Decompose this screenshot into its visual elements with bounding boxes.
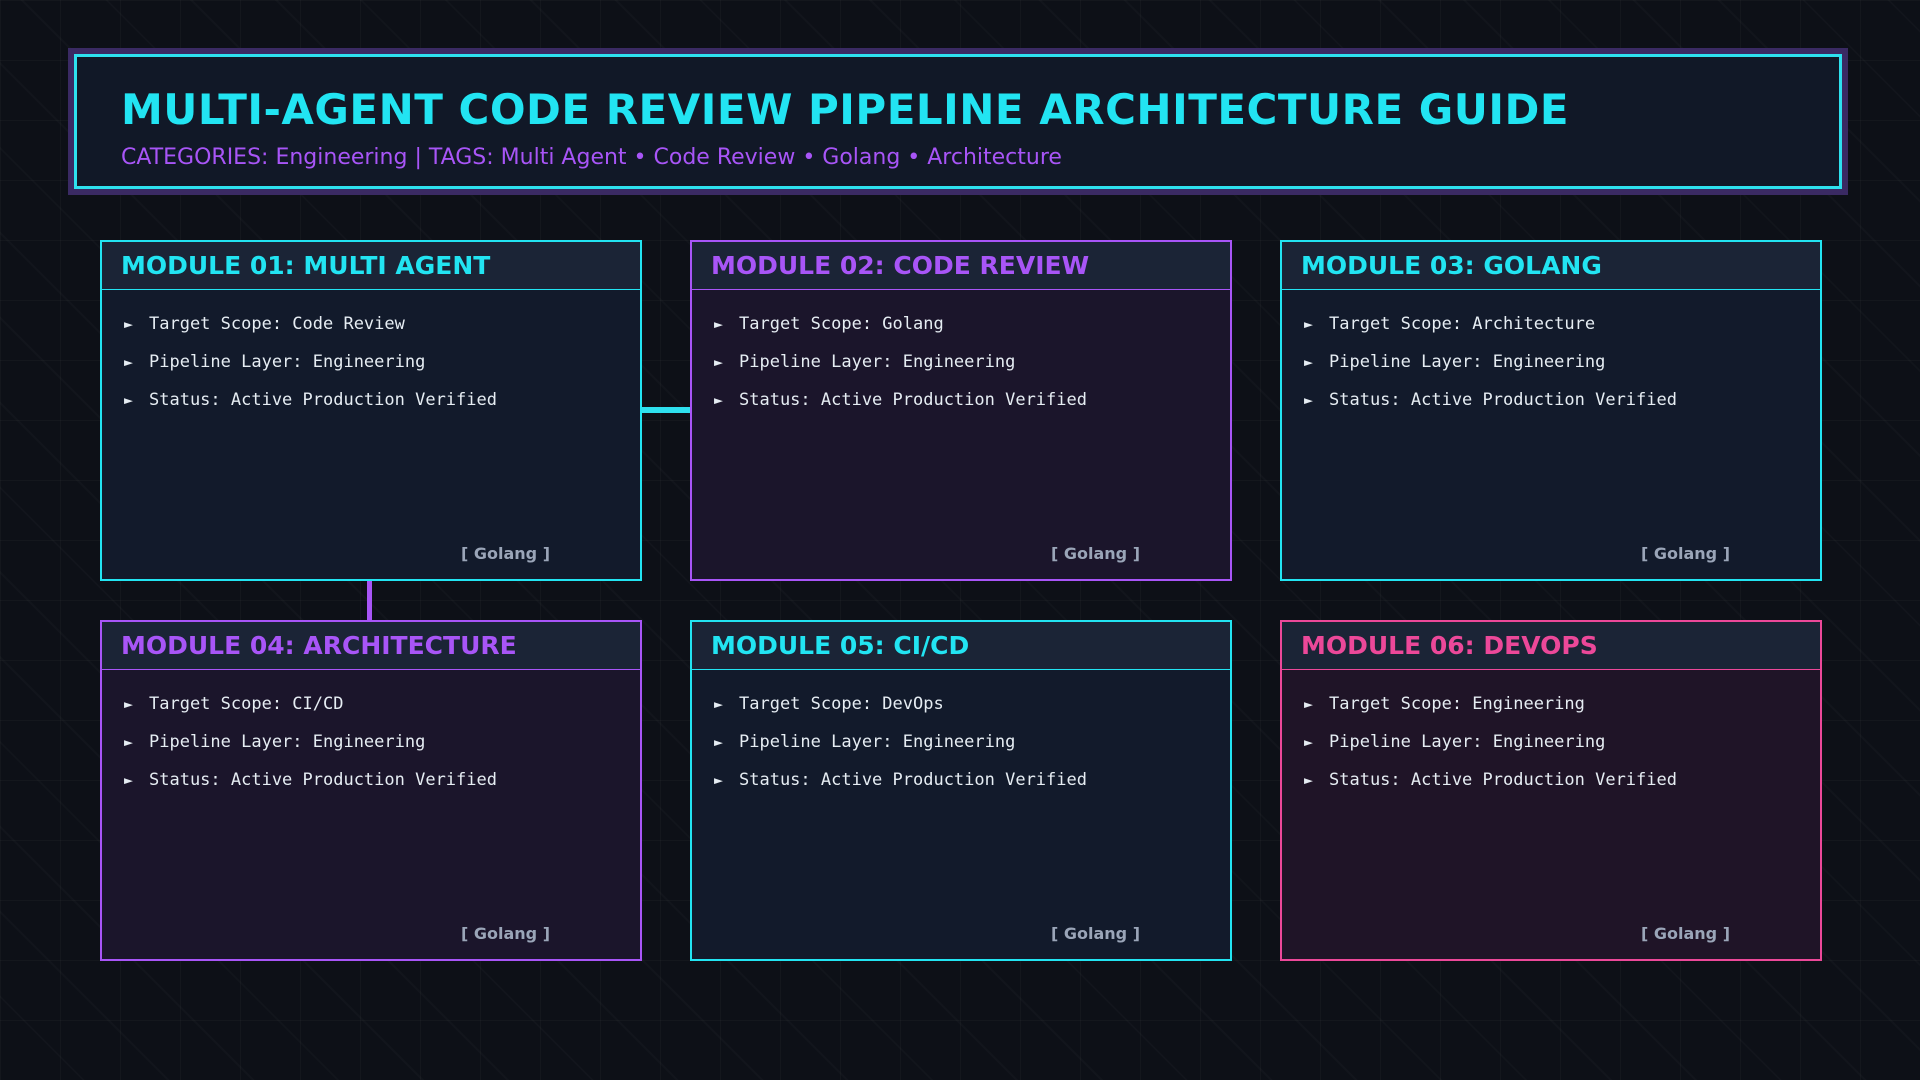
right-pointer-icon: ► (124, 315, 134, 333)
module-header: MODULE 02: CODE REVIEW (692, 242, 1230, 290)
connector-module-01-to-02 (641, 407, 691, 413)
module-header: MODULE 01: MULTI AGENT (102, 242, 640, 290)
module-tag: [ Golang ] (1050, 544, 1140, 563)
module-header: MODULE 06: DEVOPS (1282, 622, 1820, 670)
module-detail-text: Status: Active Production Verified (149, 770, 497, 790)
right-pointer-icon: ► (124, 733, 134, 751)
module-detail-line: ► Pipeline Layer: Engineering (714, 352, 1230, 390)
module-header: MODULE 05: CI/CD (692, 622, 1230, 670)
module-tag: [ Golang ] (1640, 544, 1730, 563)
module-detail-text: Pipeline Layer: Engineering (149, 732, 426, 752)
module-detail-text: Status: Active Production Verified (739, 770, 1087, 790)
module-title: MODULE 06: DEVOPS (1301, 631, 1598, 660)
module-detail-text: Target Scope: Code Review (149, 314, 405, 334)
module-detail-text: Target Scope: CI/CD (149, 694, 344, 714)
module-detail-line: ► Pipeline Layer: Engineering (124, 732, 640, 770)
right-pointer-icon: ► (714, 391, 724, 409)
module-tag: [ Golang ] (460, 544, 550, 563)
module-title: MODULE 03: GOLANG (1301, 251, 1602, 280)
page-title: MULTI-AGENT CODE REVIEW PIPELINE ARCHITE… (121, 85, 1570, 134)
module-detail-text: Pipeline Layer: Engineering (1329, 352, 1606, 372)
module-detail-text: Status: Active Production Verified (1329, 390, 1677, 410)
module-detail-line: ► Target Scope: Architecture (1304, 314, 1820, 352)
module-detail-line: ► Target Scope: Golang (714, 314, 1230, 352)
header-panel: MULTI-AGENT CODE REVIEW PIPELINE ARCHITE… (74, 54, 1842, 189)
page-subtitle: CATEGORIES: Engineering | TAGS: Multi Ag… (121, 145, 1062, 170)
module-card-01: MODULE 01: MULTI AGENT ► Target Scope: Co… (100, 240, 642, 581)
module-body: ► Target Scope: Architecture ► Pipeline La… (1282, 290, 1820, 428)
module-card-05: MODULE 05: CI/CD ► Target Scope: DevOps ►… (690, 620, 1232, 961)
right-pointer-icon: ► (124, 771, 134, 789)
module-detail-line: ► Pipeline Layer: Engineering (714, 732, 1230, 770)
module-detail-text: Target Scope: Golang (739, 314, 944, 334)
module-detail-line: ► Status: Active Production Verified (714, 390, 1230, 428)
module-detail-text: Pipeline Layer: Engineering (149, 352, 426, 372)
module-body: ► Target Scope: CI/CD ► Pipeline Layer: En… (102, 670, 640, 808)
module-detail-text: Target Scope: DevOps (739, 694, 944, 714)
module-detail-line: ► Target Scope: Code Review (124, 314, 640, 352)
module-detail-text: Status: Active Production Verified (149, 390, 497, 410)
module-body: ► Target Scope: Code Review ► Pipeline Lay… (102, 290, 640, 428)
module-title: MODULE 05: CI/CD (711, 631, 970, 660)
right-pointer-icon: ► (714, 771, 724, 789)
module-body: ► Target Scope: DevOps ► Pipeline Layer: E… (692, 670, 1230, 808)
module-body: ► Target Scope: Engineering ► Pipeline Lay… (1282, 670, 1820, 808)
module-detail-text: Pipeline Layer: Engineering (739, 352, 1016, 372)
module-detail-line: ► Status: Active Production Verified (1304, 390, 1820, 428)
module-title: MODULE 04: ARCHITECTURE (121, 631, 517, 660)
module-detail-text: Pipeline Layer: Engineering (739, 732, 1016, 752)
right-pointer-icon: ► (714, 733, 724, 751)
connector-module-01-to-04 (367, 581, 372, 621)
module-title: MODULE 01: MULTI AGENT (121, 251, 491, 280)
module-detail-text: Target Scope: Architecture (1329, 314, 1596, 334)
module-tag: [ Golang ] (1050, 924, 1140, 943)
module-body: ► Target Scope: Golang ► Pipeline Layer: E… (692, 290, 1230, 428)
right-pointer-icon: ► (714, 353, 724, 371)
module-tag: [ Golang ] (1640, 924, 1730, 943)
module-header: MODULE 03: GOLANG (1282, 242, 1820, 290)
module-header: MODULE 04: ARCHITECTURE (102, 622, 640, 670)
right-pointer-icon: ► (714, 695, 724, 713)
right-pointer-icon: ► (1304, 733, 1314, 751)
module-detail-line: ► Status: Active Production Verified (714, 770, 1230, 808)
module-detail-text: Status: Active Production Verified (1329, 770, 1677, 790)
right-pointer-icon: ► (1304, 391, 1314, 409)
module-card-06: MODULE 06: DEVOPS ► Target Scope: Enginee… (1280, 620, 1822, 961)
module-card-02: MODULE 02: CODE REVIEW ► Target Scope: Go… (690, 240, 1232, 581)
right-pointer-icon: ► (1304, 353, 1314, 371)
right-pointer-icon: ► (1304, 695, 1314, 713)
module-tag: [ Golang ] (460, 924, 550, 943)
diagram-canvas: MULTI-AGENT CODE REVIEW PIPELINE ARCHITE… (0, 0, 1920, 1080)
module-card-04: MODULE 04: ARCHITECTURE ► Target Scope: C… (100, 620, 642, 961)
module-detail-text: Target Scope: Engineering (1329, 694, 1585, 714)
right-pointer-icon: ► (124, 353, 134, 371)
module-detail-line: ► Target Scope: Engineering (1304, 694, 1820, 732)
module-detail-line: ► Pipeline Layer: Engineering (124, 352, 640, 390)
module-detail-line: ► Pipeline Layer: Engineering (1304, 732, 1820, 770)
right-pointer-icon: ► (1304, 771, 1314, 789)
right-pointer-icon: ► (124, 695, 134, 713)
module-title: MODULE 02: CODE REVIEW (711, 251, 1090, 280)
right-pointer-icon: ► (714, 315, 724, 333)
module-detail-line: ► Status: Active Production Verified (124, 390, 640, 428)
module-detail-line: ► Target Scope: DevOps (714, 694, 1230, 732)
module-detail-line: ► Target Scope: CI/CD (124, 694, 640, 732)
module-detail-line: ► Status: Active Production Verified (124, 770, 640, 808)
module-detail-text: Status: Active Production Verified (739, 390, 1087, 410)
right-pointer-icon: ► (1304, 315, 1314, 333)
module-card-03: MODULE 03: GOLANG ► Target Scope: Archite… (1280, 240, 1822, 581)
module-detail-line: ► Status: Active Production Verified (1304, 770, 1820, 808)
right-pointer-icon: ► (124, 391, 134, 409)
module-detail-text: Pipeline Layer: Engineering (1329, 732, 1606, 752)
module-detail-line: ► Pipeline Layer: Engineering (1304, 352, 1820, 390)
